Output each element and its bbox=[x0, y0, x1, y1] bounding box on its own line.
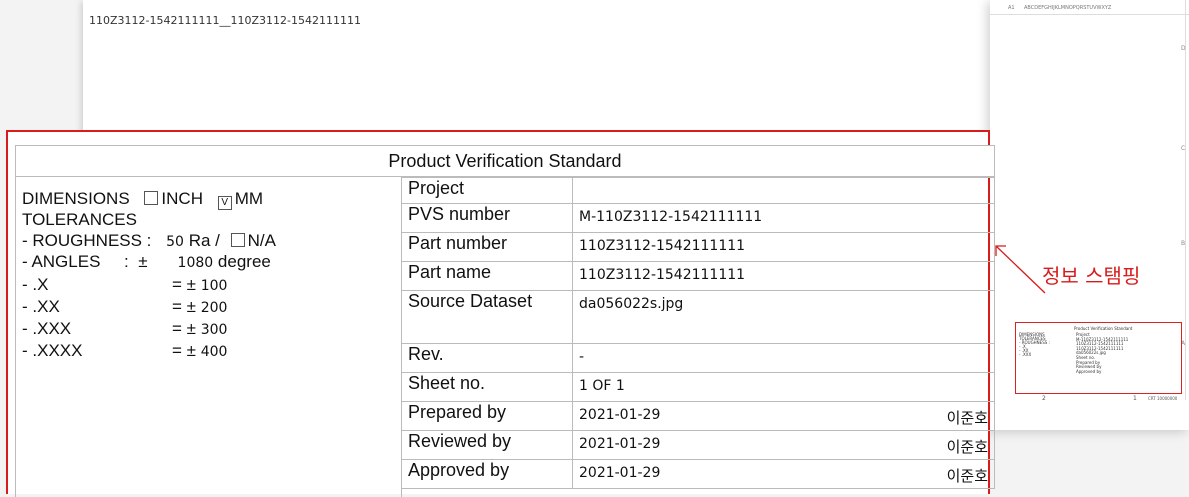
signature: 이준호 bbox=[946, 409, 988, 427]
pvs-stamp: Product Verification Standard DIMENSIONS… bbox=[6, 130, 995, 497]
tolerance-label: - .XXX bbox=[22, 319, 72, 338]
tolerance-value: 100 bbox=[200, 278, 228, 294]
table-row: Reviewed by 2021-01-29 이준호 bbox=[401, 430, 995, 460]
table-row: Part name 110Z3112-1542111111 bbox=[401, 261, 995, 291]
stamp-body: DIMENSIONS INCH V MM TOLERANCES - ROUGHNE… bbox=[15, 177, 995, 497]
row-value: 2021-01-29 이준호 bbox=[572, 401, 995, 431]
row-label: Sheet no. bbox=[401, 372, 573, 402]
table-row: Source Dataset da056022s.jpg bbox=[401, 290, 995, 344]
table-row: Prepared by 2021-01-29 이준호 bbox=[401, 401, 995, 431]
tolerance-value: 400 bbox=[200, 344, 228, 360]
thumbnail-topbar: A1 ABCDEFGHIJKLMNOPQRSTUVWXYZ bbox=[990, 2, 1189, 15]
roughness-row: - ROUGHNESS : 50 Ra / N/A bbox=[22, 231, 276, 251]
tolerance-sign: = ± bbox=[172, 297, 196, 316]
tolerance-label: - .XXXX bbox=[22, 341, 83, 360]
stamp-table: Product Verification Standard DIMENSIONS… bbox=[15, 145, 995, 497]
dimensions-row: DIMENSIONS INCH V MM bbox=[22, 189, 263, 210]
row-label: Rev. bbox=[401, 343, 573, 373]
callout-arrow bbox=[995, 245, 1046, 294]
row-value: 110Z3112-1542111111 bbox=[572, 261, 995, 291]
thumb-page-1: 1 bbox=[1133, 395, 1137, 402]
stamp-title: Product Verification Standard bbox=[15, 145, 995, 177]
zone-letter-b: B bbox=[1181, 240, 1186, 247]
tolerance-sign: = ± bbox=[172, 275, 196, 294]
row-label: Project bbox=[401, 177, 573, 204]
roughness-unit: Ra / bbox=[188, 231, 220, 250]
angles-unit: degree bbox=[217, 252, 271, 271]
roughness-label: - ROUGHNESS : bbox=[22, 231, 152, 250]
sheet-title: 110Z3112-1542111111__110Z3112-1542111111 bbox=[89, 14, 361, 27]
row-value: da056022s.jpg bbox=[572, 290, 995, 344]
table-row: Sheet no. 1 OF 1 bbox=[401, 372, 995, 402]
row-label: Part name bbox=[401, 261, 573, 291]
tolerance-row-xx: - .XX = ± 200 bbox=[22, 297, 227, 317]
tolerance-value: 200 bbox=[200, 300, 228, 316]
tolerance-row-xxxx: - .XXXX = ± 400 bbox=[22, 341, 227, 361]
inch-label: INCH bbox=[161, 189, 203, 208]
thumb-right: Project M-110Z3112-1542111111 110Z3112-1… bbox=[1076, 332, 1129, 374]
table-row: Rev. - bbox=[401, 343, 995, 373]
row-value bbox=[572, 177, 995, 204]
tolerance-label: - .XX bbox=[22, 297, 60, 316]
signature: 이준호 bbox=[946, 467, 988, 485]
mm-label: MM bbox=[234, 189, 264, 208]
mm-checkbox[interactable]: V bbox=[217, 196, 232, 210]
row-label: Part number bbox=[401, 232, 573, 262]
column-letters: ABCDEFGHIJKLMNOPQRSTUVWXYZ bbox=[1024, 5, 1112, 11]
row-value: 1 OF 1 bbox=[572, 372, 995, 402]
frame-border bbox=[1185, 0, 1186, 400]
tolerance-panel: DIMENSIONS INCH V MM TOLERANCES - ROUGHNE… bbox=[15, 177, 402, 497]
stamping-callout-label: 정보 스탬핑 bbox=[1042, 264, 1141, 288]
table-row: Project bbox=[401, 177, 995, 204]
angles-value: 1080 bbox=[177, 255, 214, 271]
zone-letter-c: C bbox=[1181, 145, 1186, 152]
row-label: PVS number bbox=[401, 203, 573, 233]
thumb-left: DIMENSIONS TOLERANCES - ROUGHNESS : - .X… bbox=[1019, 332, 1050, 357]
roughness-value: 50 bbox=[166, 234, 184, 250]
cell-ref: A1 bbox=[1008, 5, 1015, 11]
zone-letter-d: D bbox=[1181, 45, 1186, 52]
tolerance-label: - .X bbox=[22, 275, 49, 294]
signature: 이준호 bbox=[946, 438, 988, 456]
table-row: Part number 110Z3112-1542111111 bbox=[401, 232, 995, 262]
tolerance-row-x: - .X = ± 100 bbox=[22, 275, 227, 295]
stamp-thumbnail[interactable]: Product Verification Standard DIMENSIONS… bbox=[1015, 322, 1182, 394]
na-checkbox[interactable] bbox=[230, 233, 245, 247]
tolerance-value: 300 bbox=[200, 322, 228, 338]
na-label: N/A bbox=[247, 231, 276, 250]
row-label: Reviewed by bbox=[401, 430, 573, 460]
row-value: 110Z3112-1542111111 bbox=[572, 232, 995, 262]
table-row: Approved by 2021-01-29 이준호 bbox=[401, 459, 995, 489]
thumb-page-2: 2 bbox=[1042, 395, 1046, 402]
row-value: 2021-01-29 이준호 bbox=[572, 430, 995, 460]
row-value: 2021-01-29 이준호 bbox=[572, 459, 995, 489]
tolerance-sign: = ± bbox=[172, 341, 196, 360]
tolerance-row-xxx: - .XXX = ± 300 bbox=[22, 319, 227, 339]
angles-label: - ANGLES : ± bbox=[22, 252, 148, 271]
thumb-title: Product Verification Standard bbox=[1074, 326, 1133, 331]
row-value: M-110Z3112-1542111111 bbox=[572, 203, 995, 233]
angles-row: - ANGLES : ± 1080 degree bbox=[22, 252, 271, 272]
row-label: Prepared by bbox=[401, 401, 573, 431]
row-label: Source Dataset bbox=[401, 290, 573, 344]
row-label: Approved by bbox=[401, 459, 573, 489]
dimensions-label: DIMENSIONS bbox=[22, 189, 130, 208]
tolerance-sign: = ± bbox=[172, 319, 196, 338]
inch-checkbox[interactable] bbox=[144, 191, 159, 205]
pvs-info-table: Project PVS number M-110Z3112-1542111111… bbox=[401, 177, 995, 489]
thumb-code: CRT 10000000 bbox=[1148, 396, 1178, 401]
row-value: - bbox=[572, 343, 995, 373]
tolerances-label: TOLERANCES bbox=[22, 210, 137, 229]
table-row: PVS number M-110Z3112-1542111111 bbox=[401, 203, 995, 233]
